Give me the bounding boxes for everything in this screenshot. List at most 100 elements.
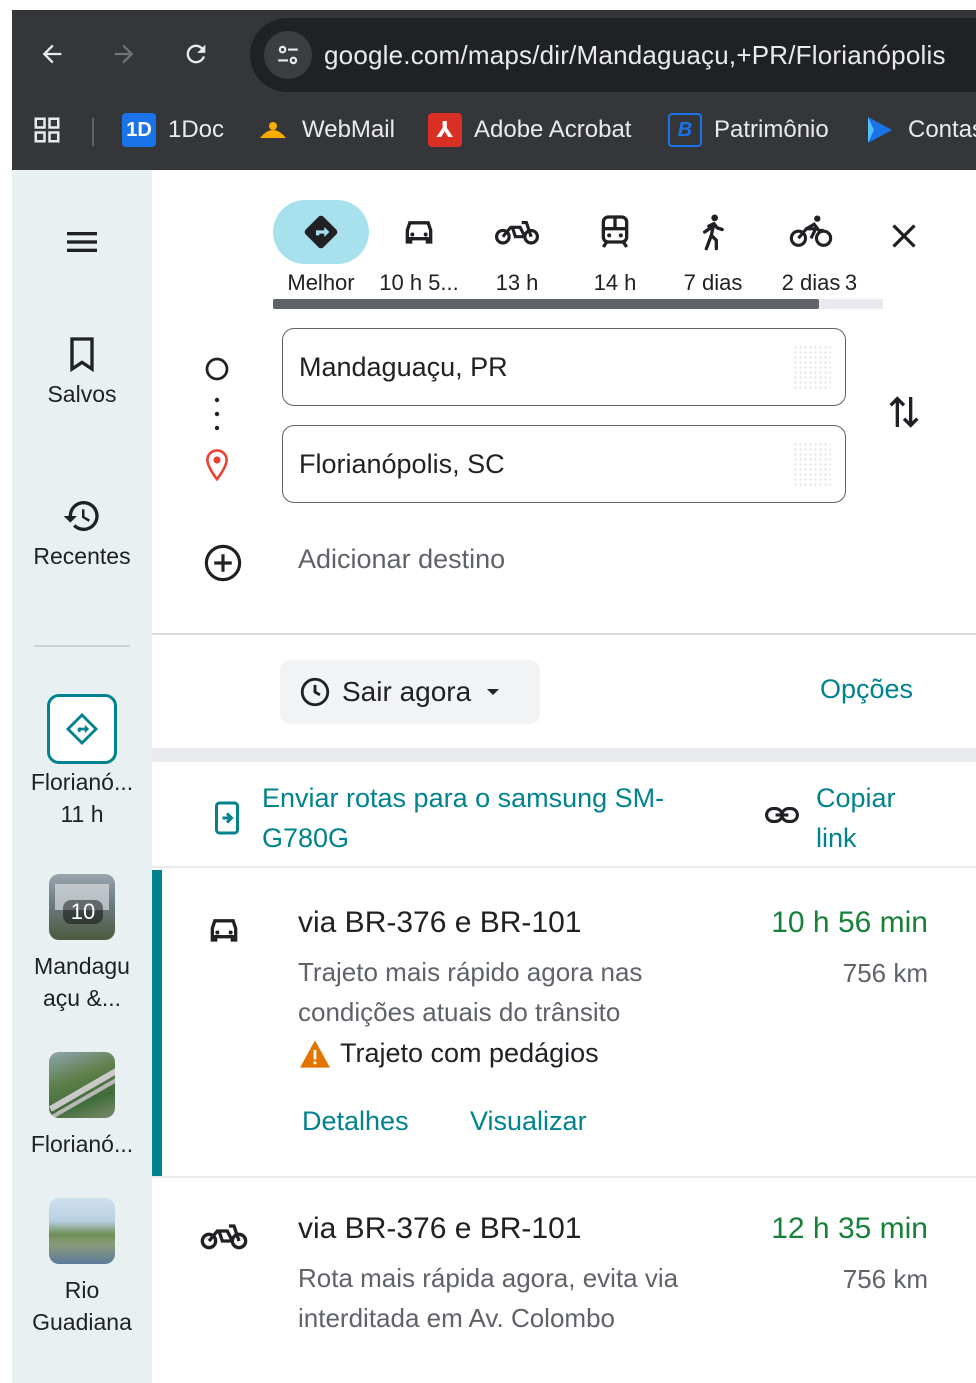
share-row: Enviar rotas para o samsung SM-G780G Cop… bbox=[152, 762, 976, 868]
apps-button[interactable] bbox=[32, 110, 62, 150]
address-bar[interactable]: google.com/maps/dir/Mandaguaçu,+PR/Flori… bbox=[250, 18, 976, 92]
directions-thumb bbox=[47, 694, 117, 764]
link-icon bbox=[764, 802, 800, 833]
route-description: Rota mais rápida agora, evita via interd… bbox=[298, 1263, 679, 1333]
selected-route-indicator bbox=[152, 870, 162, 1176]
route-dots-icon bbox=[214, 396, 220, 437]
car-icon bbox=[204, 910, 244, 955]
best-route-icon bbox=[273, 200, 369, 264]
left-rail: Salvos Recentes Florianó... 11 h 10 Mand… bbox=[12, 170, 152, 1383]
recent-item-label: Florianó... bbox=[30, 1131, 134, 1157]
origin-value: Mandaguaçu, PR bbox=[299, 351, 508, 382]
patrimonio-icon: B bbox=[668, 113, 702, 147]
warning-icon bbox=[300, 1039, 330, 1068]
recent-button[interactable]: Recentes bbox=[12, 496, 152, 572]
url-text[interactable]: google.com/maps/dir/Mandaguaçu,+PR/Flori… bbox=[324, 40, 946, 71]
mode-motorcycle[interactable]: 13 h bbox=[468, 200, 566, 304]
browser-chrome: google.com/maps/dir/Mandaguaçu,+PR/Flori… bbox=[12, 10, 976, 170]
tune-icon bbox=[278, 45, 298, 65]
directions-icon bbox=[65, 712, 99, 746]
car-icon bbox=[371, 200, 467, 264]
origin-input[interactable]: Mandaguaçu, PR bbox=[282, 328, 846, 406]
bookmark-1doc[interactable]: 1D 1Doc bbox=[122, 110, 224, 150]
details-link[interactable]: Detalhes bbox=[302, 1106, 409, 1137]
flight-icon bbox=[831, 200, 871, 264]
mode-car[interactable]: 10 h 5... bbox=[370, 200, 468, 304]
menu-button[interactable] bbox=[12, 222, 152, 262]
place-photo-thumb: 10 bbox=[49, 874, 115, 940]
route-duration: 12 h 35 min bbox=[771, 1212, 928, 1245]
bookmarks-bar: 1D 1Doc WebMail ⅄ Adobe Acrobat B Patrim… bbox=[12, 102, 976, 158]
close-icon bbox=[892, 224, 916, 248]
walk-icon bbox=[665, 200, 761, 264]
mode-transit[interactable]: 14 h bbox=[566, 200, 664, 304]
rail-separator bbox=[34, 645, 130, 647]
toll-warning: Trajeto com pedágios bbox=[298, 1038, 599, 1069]
recent-item-sublabel: 11 h bbox=[60, 801, 104, 827]
add-destination-label[interactable]: Adicionar destino bbox=[298, 544, 505, 575]
recent-item-mandaguacu[interactable]: 10 Mandagu açu &... bbox=[12, 874, 152, 1014]
preview-link[interactable]: Visualizar bbox=[470, 1106, 587, 1137]
back-button[interactable] bbox=[32, 34, 72, 74]
bookmark-adobe-acrobat[interactable]: ⅄ Adobe Acrobat bbox=[428, 110, 631, 150]
mode-best[interactable]: Melhor bbox=[272, 200, 370, 304]
close-directions-button[interactable] bbox=[880, 212, 928, 260]
bookmark-icon bbox=[70, 337, 94, 373]
recent-item-rio-guadiana[interactable]: Rio Guadiana bbox=[12, 1198, 152, 1338]
route-title: via BR-376 e BR-101 bbox=[298, 906, 582, 939]
bookmark-webmail[interactable]: WebMail bbox=[256, 110, 395, 150]
recent-item-florianopolis[interactable]: Florianó... bbox=[12, 1052, 152, 1160]
contas-icon bbox=[862, 113, 896, 147]
forward-button[interactable] bbox=[104, 34, 144, 74]
route-duration: 10 h 56 min bbox=[771, 906, 928, 939]
photo-count-badge: 10 bbox=[63, 900, 103, 924]
recent-item-sublabel: Guadiana bbox=[32, 1309, 132, 1335]
send-to-device-button[interactable]: Enviar rotas para o samsung SM-G780G bbox=[262, 778, 682, 858]
reload-icon bbox=[186, 44, 206, 64]
mode-scroll-thumb[interactable] bbox=[273, 299, 819, 309]
apps-grid-icon bbox=[34, 117, 60, 143]
route-distance: 756 km bbox=[842, 958, 928, 988]
swap-vertical-icon bbox=[889, 396, 919, 428]
arrow-left-icon bbox=[42, 44, 62, 64]
reload-button[interactable] bbox=[176, 34, 216, 74]
clock-icon bbox=[300, 677, 330, 707]
route-option[interactable]: via BR-376 e BR-101 12 h 35 min 756 km R… bbox=[152, 1178, 976, 1383]
arrow-right-icon bbox=[114, 44, 134, 64]
webmail-icon bbox=[256, 113, 290, 147]
saved-button[interactable]: Salvos bbox=[12, 334, 152, 410]
route-title: via BR-376 e BR-101 bbox=[298, 1212, 582, 1245]
recent-item-label: Rio bbox=[64, 1277, 100, 1303]
recent-label: Recentes bbox=[33, 543, 131, 569]
origin-marker-icon bbox=[202, 354, 232, 389]
history-icon bbox=[63, 501, 99, 531]
saved-label: Salvos bbox=[47, 381, 117, 407]
options-button[interactable]: Opções bbox=[820, 674, 913, 705]
drag-handle[interactable] bbox=[793, 345, 831, 389]
caret-down-icon bbox=[487, 689, 500, 695]
add-circle-icon bbox=[204, 544, 242, 582]
route-description: Trajeto mais rápido agora nas condições … bbox=[298, 957, 643, 1027]
swap-origin-destination-button[interactable] bbox=[878, 386, 930, 438]
copy-link-button[interactable]: Copiar link bbox=[816, 778, 936, 858]
mode-walk[interactable]: 7 dias bbox=[664, 200, 762, 304]
drag-handle[interactable] bbox=[793, 442, 831, 486]
mode-flight[interactable]: 3 bbox=[826, 200, 876, 304]
toll-warning-text: Trajeto com pedágios bbox=[340, 1038, 599, 1068]
destination-input[interactable]: Florianópolis, SC bbox=[282, 425, 846, 503]
send-to-device-icon bbox=[212, 800, 242, 841]
bookmark-contas[interactable]: Contas bbox=[862, 110, 976, 150]
destination-pin-icon bbox=[202, 448, 232, 489]
place-photo-thumb bbox=[49, 1198, 115, 1264]
site-info-button[interactable] bbox=[264, 31, 312, 79]
recent-item-florianopolis-route[interactable]: Florianó... 11 h bbox=[12, 694, 152, 830]
add-destination-button[interactable] bbox=[202, 542, 244, 589]
hamburger-menu-icon bbox=[67, 232, 97, 252]
bookmark-patrimonio[interactable]: B Patrimônio bbox=[668, 110, 829, 150]
panel-divider bbox=[152, 633, 976, 635]
bookmarks-separator bbox=[92, 118, 94, 146]
route-option-selected[interactable]: via BR-376 e BR-101 10 h 56 min 756 km T… bbox=[152, 870, 976, 1176]
directions-panel: Melhor 10 h 5... 13 h 14 h 7 dias 2 dias… bbox=[152, 170, 976, 1383]
route-distance: 756 km bbox=[842, 1264, 928, 1294]
depart-time-dropdown[interactable]: Sair agora bbox=[280, 660, 540, 724]
